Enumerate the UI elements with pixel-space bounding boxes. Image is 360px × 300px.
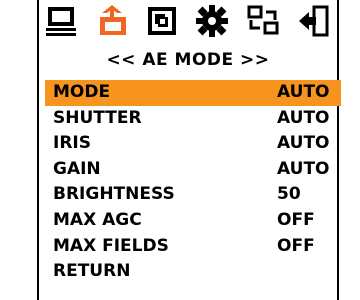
- network-icon[interactable]: [246, 4, 280, 38]
- menu-item-brightness[interactable]: BRIGHTNESS 50: [45, 182, 341, 208]
- menu-item-mode[interactable]: MODE AUTO: [45, 80, 341, 106]
- menu-item-label: MAX AGC: [53, 209, 142, 230]
- gear-icon[interactable]: [195, 4, 229, 38]
- menu-item-label: IRIS: [53, 133, 91, 154]
- icon-toolbar: [39, 4, 337, 40]
- picture-icon[interactable]: [145, 4, 179, 38]
- menu-item-max-fields[interactable]: MAX FIELDS OFF: [45, 234, 341, 260]
- menu-item-value: OFF: [277, 209, 315, 230]
- menu-item-iris[interactable]: IRIS AUTO: [45, 131, 341, 157]
- menu-item-value: AUTO: [277, 82, 330, 102]
- menu-item-value: AUTO: [277, 158, 330, 179]
- menu-item-value: OFF: [277, 235, 315, 256]
- menu-title: << AE MODE >>: [106, 50, 270, 70]
- menu-item-value: AUTO: [277, 107, 330, 128]
- menu-item-value: 50: [277, 184, 301, 205]
- monitor-icon[interactable]: [44, 4, 78, 38]
- menu-item-shutter[interactable]: SHUTTER AUTO: [45, 106, 341, 132]
- exit-icon[interactable]: [297, 4, 331, 38]
- menu-item-label: MODE: [53, 82, 111, 102]
- menu-list: MODE AUTO SHUTTER AUTO IRIS AUTO GAIN AUTO BRIGH…: [45, 80, 341, 285]
- menu-item-label: MAX FIELDS: [53, 235, 169, 256]
- menu-item-gain[interactable]: GAIN AUTO: [45, 157, 341, 183]
- osd-menu-panel: << AE MODE >> MODE AUTO SHUTTER AUTO IRIS AUT…: [37, 0, 341, 300]
- menu-item-label: RETURN: [53, 261, 131, 282]
- camera-settings-icon[interactable]: [96, 4, 130, 38]
- menu-item-max-agc[interactable]: MAX AGC OFF: [45, 208, 341, 234]
- menu-item-label: GAIN: [53, 158, 101, 179]
- menu-item-return[interactable]: RETURN: [45, 259, 341, 285]
- menu-item-value: AUTO: [277, 133, 330, 154]
- menu-item-label: BRIGHTNESS: [53, 184, 175, 205]
- menu-item-label: SHUTTER: [53, 107, 142, 128]
